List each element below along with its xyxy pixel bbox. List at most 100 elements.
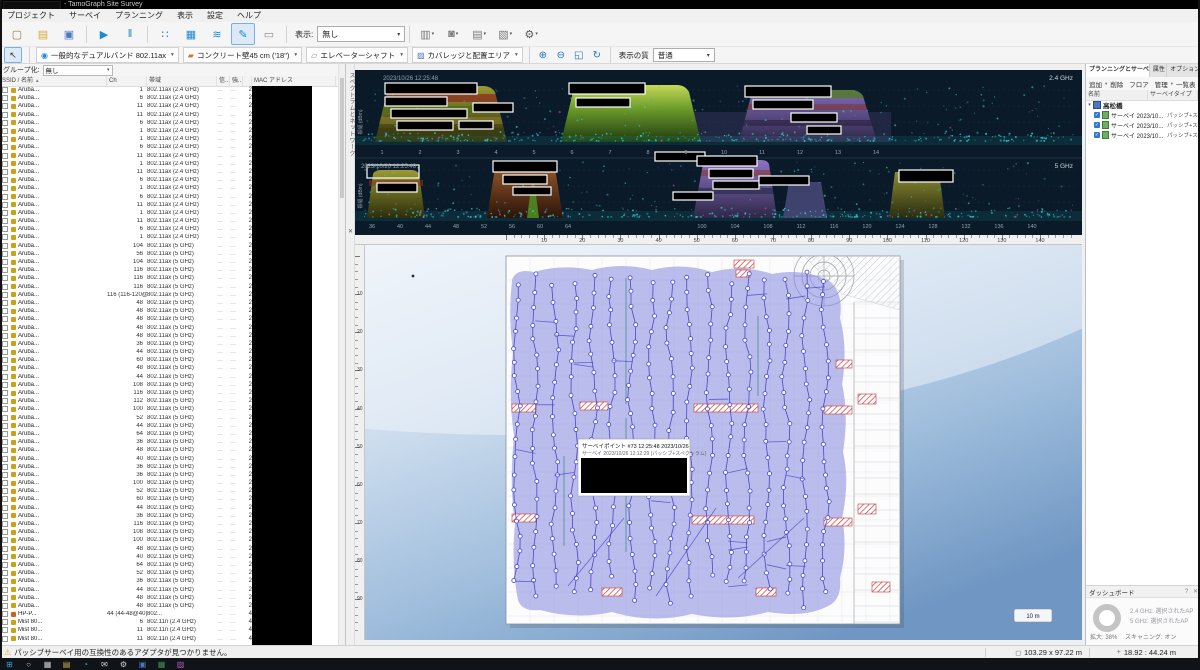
survey-point[interactable]: [553, 488, 559, 494]
survey-point[interactable]: [511, 373, 517, 378]
survey-point[interactable]: [552, 445, 557, 451]
ap-model-select[interactable]: ◉ 一般的なデュアルバンド 802.11ax ▾: [36, 47, 179, 63]
survey-point[interactable]: [708, 423, 714, 429]
survey-point[interactable]: [782, 276, 788, 282]
survey-point[interactable]: [763, 314, 769, 320]
survey-point[interactable]: [648, 329, 654, 335]
survey-point[interactable]: [745, 286, 751, 291]
survey-point[interactable]: [824, 342, 829, 347]
survey-point[interactable]: [804, 269, 810, 275]
survey-checkbox[interactable]: ✓: [1094, 122, 1100, 128]
survey-point[interactable]: [819, 424, 825, 430]
survey-point[interactable]: [511, 487, 517, 493]
survey-point[interactable]: [800, 572, 806, 578]
survey-point[interactable]: [801, 605, 807, 611]
survey-point[interactable]: [804, 542, 809, 548]
render-quality-select[interactable]: 普通 ▾: [652, 48, 715, 62]
survey-point[interactable]: [626, 503, 632, 509]
row-checkbox[interactable]: [2, 349, 8, 356]
survey-point[interactable]: [668, 536, 674, 542]
survey-point[interactable]: [647, 585, 653, 591]
survey-point[interactable]: [684, 399, 690, 405]
survey-point[interactable]: [729, 420, 735, 426]
survey-point[interactable]: [530, 323, 536, 328]
rp-column-1[interactable]: サーベイタイプ: [1148, 90, 1198, 100]
survey-point[interactable]: [535, 366, 541, 371]
survey-point[interactable]: [649, 406, 655, 411]
row-checkbox[interactable]: [2, 561, 8, 568]
export-image-icon[interactable]: ▧ ▾: [493, 23, 517, 45]
help-icon[interactable]: ?: [1182, 589, 1191, 595]
survey-point[interactable]: [710, 452, 716, 458]
survey-point[interactable]: [825, 358, 831, 364]
survey-point[interactable]: [593, 419, 598, 425]
survey-point[interactable]: [629, 552, 635, 557]
survey-point[interactable]: [787, 421, 793, 427]
column-header-5[interactable]: [243, 76, 252, 86]
tree-root-row[interactable]: ▾ 高松橋: [1086, 100, 1200, 110]
row-checkbox[interactable]: [2, 463, 8, 470]
column-header-4[interactable]: 強...: [230, 76, 243, 86]
survey-point[interactable]: [530, 563, 536, 569]
survey-point[interactable]: [820, 542, 826, 548]
survey-point[interactable]: [588, 587, 594, 593]
survey-point[interactable]: [513, 436, 519, 442]
survey-point[interactable]: [664, 340, 670, 346]
survey-point[interactable]: [727, 564, 733, 570]
survey-point[interactable]: [724, 501, 730, 507]
survey-point[interactable]: [761, 533, 767, 538]
survey-point[interactable]: [608, 276, 614, 282]
rp-button-1[interactable]: 削除: [1107, 79, 1126, 89]
survey-point[interactable]: [530, 336, 536, 342]
survey-point[interactable]: [574, 541, 579, 547]
survey-point[interactable]: [767, 471, 772, 477]
survey-point[interactable]: [632, 597, 638, 603]
survey-point[interactable]: [707, 470, 713, 476]
survey-point[interactable]: [802, 558, 808, 564]
survey-point[interactable]: [517, 403, 523, 409]
survey-point[interactable]: [684, 418, 690, 424]
survey-point[interactable]: [606, 558, 612, 564]
survey-point[interactable]: [664, 566, 670, 572]
grouping-select[interactable]: 無し ▾: [42, 64, 113, 76]
survey-point[interactable]: [820, 324, 826, 330]
survey-point[interactable]: [820, 441, 826, 447]
survey-point[interactable]: [761, 295, 767, 301]
survey-point[interactable]: [705, 288, 711, 293]
survey-point[interactable]: [569, 358, 574, 364]
row-checkbox[interactable]: [2, 168, 8, 175]
survey-row[interactable]: ✓ サーベイ 2023/10...パッシブ+スペク...: [1086, 120, 1200, 130]
survey-point[interactable]: [710, 572, 716, 578]
survey-point[interactable]: [799, 333, 805, 339]
start-button[interactable]: ⊞: [0, 658, 19, 670]
survey-point[interactable]: [763, 519, 769, 525]
survey-point[interactable]: [801, 439, 807, 445]
survey-point[interactable]: [806, 410, 812, 416]
title-bar[interactable]: - TamoGraph Site Survey: [0, 0, 1200, 10]
refresh-icon[interactable]: ↻: [589, 48, 605, 62]
column-header-0[interactable]: SSID / 名前 ▲: [0, 76, 107, 86]
survey-point[interactable]: [570, 339, 575, 345]
survey-point[interactable]: [804, 508, 810, 514]
row-checkbox[interactable]: [2, 201, 8, 208]
survey-point[interactable]: [515, 389, 521, 394]
survey-point[interactable]: [533, 271, 539, 277]
measure-icon[interactable]: ▭: [257, 23, 281, 45]
survey-point-mode-icon[interactable]: ∷: [153, 23, 177, 45]
survey-point[interactable]: [570, 510, 575, 516]
row-checkbox[interactable]: [2, 177, 8, 184]
survey-point[interactable]: [742, 337, 748, 343]
survey-point[interactable]: [571, 474, 577, 480]
survey-point[interactable]: [554, 362, 559, 367]
row-checkbox[interactable]: [2, 144, 8, 151]
survey-point[interactable]: [687, 512, 693, 518]
survey-point[interactable]: [550, 300, 556, 305]
row-checkbox[interactable]: [2, 570, 8, 577]
row-checkbox[interactable]: [2, 128, 8, 135]
survey-point[interactable]: [761, 277, 767, 283]
survey-point[interactable]: [727, 533, 733, 539]
survey-point[interactable]: [667, 600, 673, 606]
survey-point[interactable]: [515, 282, 521, 288]
survey-point[interactable]: [511, 472, 517, 478]
tab-1[interactable]: 属性: [1150, 64, 1168, 77]
